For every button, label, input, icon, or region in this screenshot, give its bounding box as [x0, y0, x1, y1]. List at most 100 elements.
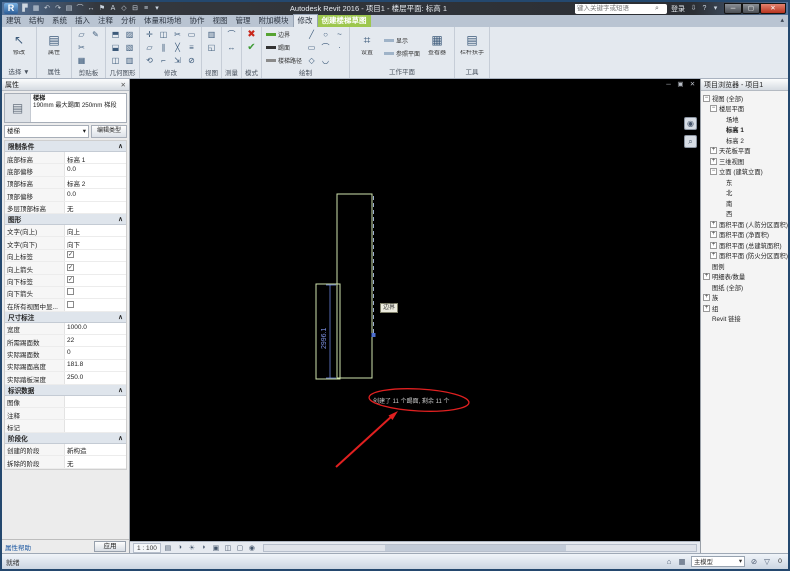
visual-style-icon[interactable]: ◑ — [175, 544, 185, 552]
property-value[interactable]: 181.8 — [65, 360, 126, 371]
print-icon[interactable]: ▤ — [64, 3, 74, 14]
tree-item[interactable]: −视图 (全部) — [701, 93, 788, 104]
draw-polygon-button[interactable]: ◇ — [305, 54, 318, 67]
trim-extend-button[interactable]: ✂ — [171, 28, 184, 41]
copy-button[interactable]: ▱ — [143, 41, 156, 54]
tree-item[interactable]: 标高 1 — [701, 125, 788, 136]
pin-button[interactable]: ⊘ — [185, 54, 198, 67]
drawing-canvas[interactable]: ─▣✕ ◉⌕ 2996.1 创建了 11 个踢面, 剩余 11 个 边界 1 :… — [130, 79, 700, 553]
expand-icon[interactable]: + — [703, 294, 710, 301]
temp-dimension-value[interactable]: 2996.1 — [321, 327, 328, 349]
pick-lines-button[interactable]: · — [333, 41, 346, 54]
ribbon-tab[interactable]: 视图 — [209, 15, 232, 27]
checkbox-unchecked[interactable] — [67, 288, 74, 295]
checkbox-unchecked[interactable] — [67, 301, 74, 308]
join-geometry-button[interactable]: ⬓ — [109, 41, 122, 54]
stair-run-rect[interactable] — [316, 284, 340, 379]
collapse-icon[interactable]: − — [703, 95, 710, 102]
modify-tool-button[interactable]: ↖修改 — [5, 31, 33, 64]
property-value[interactable]: ✓ — [65, 275, 126, 286]
property-section-header[interactable]: 阶段化∧ — [5, 433, 126, 444]
element-filter-select[interactable]: 楼梯 ▾ — [4, 125, 89, 138]
property-value[interactable] — [65, 420, 126, 431]
property-value[interactable]: 250.0 — [65, 372, 126, 383]
stair-sketch[interactable]: 2996.1 创建了 11 个踢面, 剩余 11 个 — [130, 79, 700, 541]
draw-spline-button[interactable]: ~ — [333, 28, 346, 41]
beam-joins-button[interactable]: ▨ — [123, 28, 136, 41]
set-work-plane-button[interactable]: ⌗设置 — [353, 31, 381, 64]
zoom-icon[interactable]: ⌕ — [684, 135, 697, 148]
paint-button[interactable]: ▧ — [123, 41, 136, 54]
align-button[interactable]: ⌐ — [157, 54, 170, 67]
wall-joins-button[interactable]: ◫ — [109, 54, 122, 67]
tree-item[interactable]: Revit 链接 — [701, 314, 788, 325]
expand-icon[interactable]: + — [710, 221, 717, 228]
measure-icon[interactable]: ⌒ — [75, 3, 85, 14]
tree-item[interactable]: +面积平面 (人防分区面积) — [701, 219, 788, 230]
worksets-icon[interactable]: ⌂ — [664, 557, 674, 566]
draw-line-button[interactable]: ╱ — [305, 28, 318, 41]
tree-item[interactable]: +族 — [701, 293, 788, 304]
checkbox-checked[interactable]: ✓ — [67, 276, 74, 283]
rotate-button[interactable]: ⟲ — [143, 54, 156, 67]
property-value[interactable]: 向下 — [65, 237, 126, 248]
offset-button[interactable]: ∥ — [157, 41, 170, 54]
reference-plane-button[interactable]: 参照平面 — [383, 48, 421, 60]
ribbon-tab[interactable]: 注释 — [94, 15, 117, 27]
view-restore-button[interactable]: ▣ — [676, 80, 685, 90]
tree-item[interactable]: +面积平面 (总建筑面积) — [701, 240, 788, 251]
design-option-select[interactable]: 主模型 ▾ — [691, 556, 745, 567]
tree-item[interactable]: 北 — [701, 188, 788, 199]
tree-item[interactable]: 场地 — [701, 114, 788, 125]
array-button[interactable]: ▭ — [185, 28, 198, 41]
shadows-icon[interactable]: ◗ — [199, 544, 209, 552]
ribbon-tab[interactable]: 建筑 — [2, 15, 25, 27]
move-button[interactable]: ✛ — [143, 28, 156, 41]
ribbon-minimize-icon[interactable]: ▴ — [776, 15, 788, 27]
ribbon-tab[interactable]: 创建楼梯草图 — [318, 15, 371, 27]
property-value[interactable]: ✓ — [65, 250, 126, 261]
expand-icon[interactable]: + — [710, 252, 717, 259]
property-value[interactable] — [65, 299, 126, 310]
property-value[interactable]: 向上 — [65, 225, 126, 236]
show-work-plane-button[interactable]: 显示 — [383, 35, 421, 47]
tree-item[interactable]: +组 — [701, 303, 788, 314]
tree-item[interactable]: +天花板平面 — [701, 146, 788, 157]
aligned-dimension-tool-button[interactable]: ↔ — [225, 41, 238, 54]
tree-item[interactable]: −立面 (建筑立面) — [701, 167, 788, 178]
property-section-header[interactable]: 限制条件∧ — [5, 141, 126, 152]
tree-item[interactable]: 图纸 (全部) — [701, 282, 788, 293]
view-close-button[interactable]: ✕ — [688, 80, 697, 90]
boundary-line-button[interactable]: 边界 — [265, 29, 303, 41]
tree-item[interactable]: 标高 2 — [701, 135, 788, 146]
edit-type-button[interactable]: 编辑类型 — [91, 125, 127, 138]
close-button[interactable]: ✕ — [760, 3, 786, 14]
split-element-button[interactable]: ≡ — [185, 41, 198, 54]
application-menu-button[interactable]: R — [4, 3, 18, 14]
ribbon-tab[interactable]: 附加模块 — [255, 15, 293, 27]
property-value[interactable]: 无 — [65, 456, 126, 467]
draw-circle-button[interactable]: ○ — [319, 28, 332, 41]
ribbon-tab[interactable]: 体量和场地 — [140, 15, 186, 27]
property-value[interactable]: 1000.0 — [65, 323, 126, 334]
properties-close-icon[interactable]: ✕ — [121, 81, 126, 89]
mirror-button[interactable]: ◫ — [157, 28, 170, 41]
scrollbar-thumb[interactable] — [385, 545, 566, 551]
exclude-options-icon[interactable]: ⊘ — [749, 557, 759, 566]
expand-icon[interactable]: + — [710, 242, 717, 249]
ribbon-tab[interactable]: 系统 — [48, 15, 71, 27]
expand-icon[interactable]: + — [710, 231, 717, 238]
expand-icon[interactable]: + — [710, 147, 717, 154]
expand-icon[interactable]: + — [710, 158, 717, 165]
property-section-header[interactable]: 图形∧ — [5, 214, 126, 225]
tag-icon[interactable]: ⚑ — [97, 3, 107, 14]
property-section-header[interactable]: 标识数据∧ — [5, 385, 126, 396]
reveal-hidden-elements-icon[interactable]: ◉ — [247, 544, 257, 552]
close-inactive-views-button[interactable]: ◱ — [205, 41, 218, 54]
delete-button[interactable]: ╳ — [171, 41, 184, 54]
property-value[interactable]: 0.0 — [65, 164, 126, 175]
filter-icon[interactable]: ▽ — [762, 557, 772, 566]
text-icon[interactable]: A — [108, 3, 118, 14]
paste-button[interactable]: ▱ — [75, 28, 88, 41]
undo-icon[interactable]: ↶ — [42, 3, 52, 14]
